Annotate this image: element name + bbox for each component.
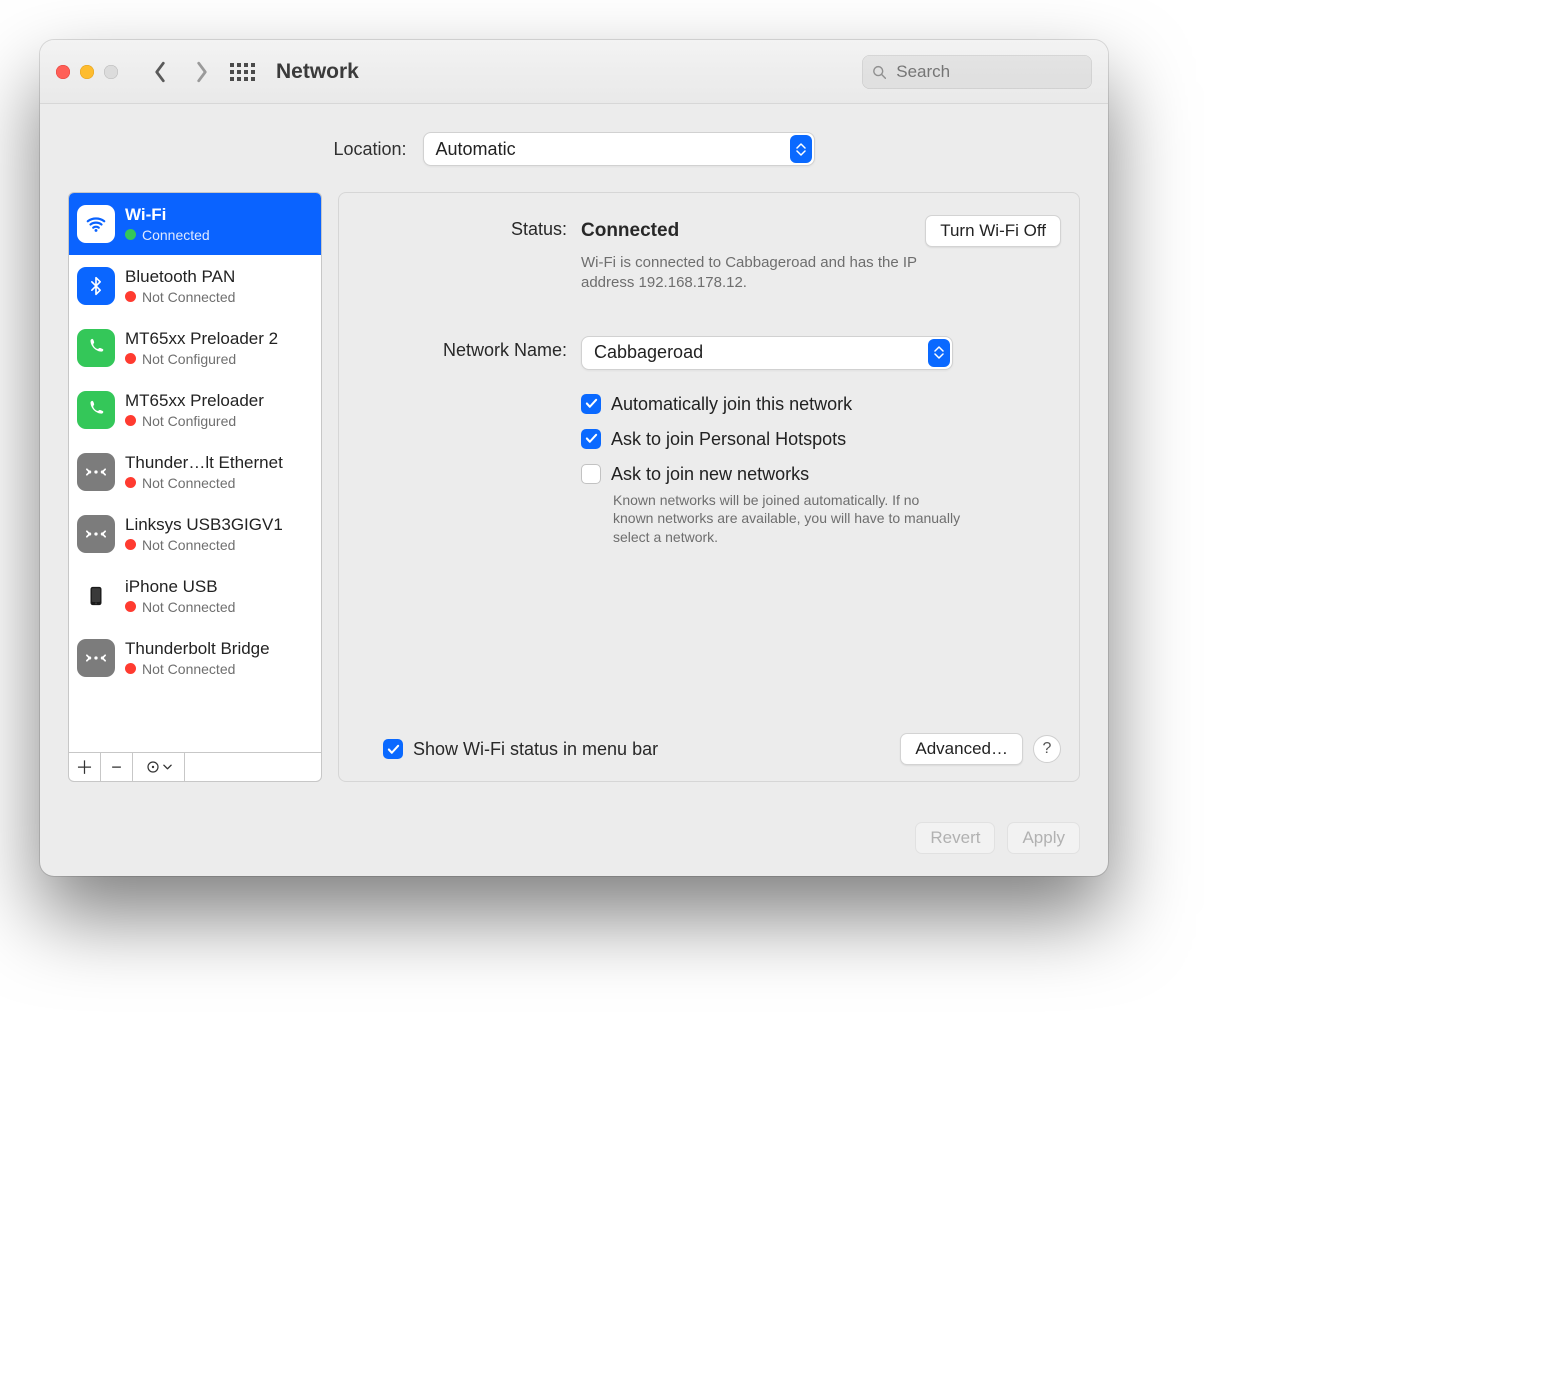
toggle-wifi-button[interactable]: Turn Wi-Fi Off [925, 215, 1061, 247]
interface-name: Bluetooth PAN [125, 267, 235, 287]
chevron-right-icon [195, 61, 209, 83]
interface-item[interactable]: iPhone USB Not Connected [69, 565, 321, 627]
phone-icon [77, 391, 115, 429]
checkmark-icon [585, 397, 598, 410]
interface-status: Not Configured [125, 413, 264, 429]
iphone-icon [77, 577, 115, 615]
forward-button[interactable] [188, 54, 216, 90]
checkmark-icon [585, 432, 598, 445]
interface-status: Connected [125, 227, 210, 243]
option-row: Ask to join Personal Hotspots [357, 429, 1061, 450]
location-dropdown[interactable]: Automatic [423, 132, 815, 166]
interface-name: Linksys USB3GIGV1 [125, 515, 283, 535]
eth-icon [77, 453, 115, 491]
close-window-button[interactable] [56, 65, 70, 79]
interface-name: Thunderbolt Bridge [125, 639, 270, 659]
interface-name: iPhone USB [125, 577, 235, 597]
interface-status: Not Connected [125, 475, 283, 491]
option-checkbox[interactable] [581, 464, 601, 484]
location-row: Location: Automatic [68, 132, 1080, 166]
network-prefpane-window: Network Location: Automatic Wi-Fi Connect… [40, 40, 1108, 876]
status-description: Wi-Fi is connected to Cabbageroad and ha… [581, 253, 951, 294]
option-row: Ask to join new networks Known networks w… [357, 464, 1061, 548]
option-description: Known networks will be joined automatica… [611, 491, 961, 548]
wifi-options: Automatically join this network Ask to jo… [357, 380, 1061, 562]
dropdown-stepper-icon [790, 135, 812, 163]
option-label: Ask to join new networks [611, 464, 961, 485]
interface-list[interactable]: Wi-Fi Connected Bluetooth PAN Not Connected… [68, 192, 322, 752]
details-panel: Status: Connected Turn Wi-Fi Off Wi-Fi i… [338, 192, 1080, 782]
chevron-down-icon [163, 764, 172, 770]
status-label: Status: [357, 215, 567, 240]
interface-status: Not Configured [125, 351, 278, 367]
interface-status: Not Connected [125, 537, 283, 553]
eth-icon [77, 639, 115, 677]
panel-footer: Show Wi-Fi status in menu bar Advanced… … [357, 727, 1061, 765]
status-dot-icon [125, 229, 136, 240]
interface-name: MT65xx Preloader 2 [125, 329, 278, 349]
show-all-icon[interactable] [230, 60, 254, 84]
chevron-left-icon [153, 61, 167, 83]
interface-name: Thunder…lt Ethernet [125, 453, 283, 473]
status-dot-icon [125, 415, 136, 426]
network-name-value: Cabbageroad [594, 342, 703, 363]
option-checkbox[interactable] [581, 429, 601, 449]
interface-name: MT65xx Preloader [125, 391, 264, 411]
interface-item[interactable]: Wi-Fi Connected [69, 193, 321, 255]
search-input[interactable] [894, 61, 1082, 83]
window-title: Network [276, 60, 359, 84]
interface-sidebar: Wi-Fi Connected Bluetooth PAN Not Connected… [68, 192, 322, 782]
status-dot-icon [125, 601, 136, 612]
wifi-icon [77, 205, 115, 243]
interface-item[interactable]: MT65xx Preloader 2 Not Configured [69, 317, 321, 379]
option-label: Ask to join Personal Hotspots [611, 429, 846, 450]
minimize-window-button[interactable] [80, 65, 94, 79]
network-name-label: Network Name: [357, 336, 567, 361]
interface-name: Wi-Fi [125, 205, 210, 225]
interface-actions-menu[interactable] [133, 753, 185, 781]
interface-item[interactable]: MT65xx Preloader Not Configured [69, 379, 321, 441]
status-dot-icon [125, 477, 136, 488]
window-footer: Revert Apply [40, 808, 1108, 876]
interface-status: Not Connected [125, 289, 235, 305]
status-dot-icon [125, 291, 136, 302]
status-value: Connected [581, 220, 679, 242]
show-menubar-checkbox[interactable] [383, 739, 403, 759]
remove-interface-button[interactable]: − [101, 753, 133, 781]
search-field[interactable] [862, 55, 1092, 89]
location-value: Automatic [436, 139, 516, 160]
location-label: Location: [333, 139, 406, 160]
show-menubar-label: Show Wi-Fi status in menu bar [413, 739, 658, 760]
interface-item[interactable]: Bluetooth PAN Not Connected [69, 255, 321, 317]
interface-status: Not Connected [125, 599, 235, 615]
option-row: Automatically join this network [357, 394, 1061, 415]
status-dot-icon [125, 539, 136, 550]
checkmark-icon [387, 743, 400, 756]
bt-icon [77, 267, 115, 305]
interface-status: Not Connected [125, 661, 270, 677]
revert-button[interactable]: Revert [915, 822, 995, 854]
dropdown-stepper-icon [928, 339, 950, 367]
eth-icon [77, 515, 115, 553]
interface-item[interactable]: Thunderbolt Bridge Not Connected [69, 627, 321, 689]
interface-item[interactable]: Linksys USB3GIGV1 Not Connected [69, 503, 321, 565]
search-icon [872, 64, 886, 80]
network-name-dropdown[interactable]: Cabbageroad [581, 336, 953, 370]
interface-list-toolbar: ＋ − [68, 752, 322, 782]
option-checkbox[interactable] [581, 394, 601, 414]
status-dot-icon [125, 663, 136, 674]
zoom-window-button[interactable] [104, 65, 118, 79]
apply-button[interactable]: Apply [1007, 822, 1080, 854]
option-label: Automatically join this network [611, 394, 852, 415]
interface-item[interactable]: Thunder…lt Ethernet Not Connected [69, 441, 321, 503]
status-dot-icon [125, 353, 136, 364]
titlebar: Network [40, 40, 1108, 104]
phone-icon [77, 329, 115, 367]
add-interface-button[interactable]: ＋ [69, 753, 101, 781]
advanced-button[interactable]: Advanced… [900, 733, 1023, 765]
help-button[interactable]: ? [1033, 735, 1061, 763]
gear-dots-icon [146, 760, 160, 774]
back-button[interactable] [146, 54, 174, 90]
traffic-lights [56, 65, 118, 79]
